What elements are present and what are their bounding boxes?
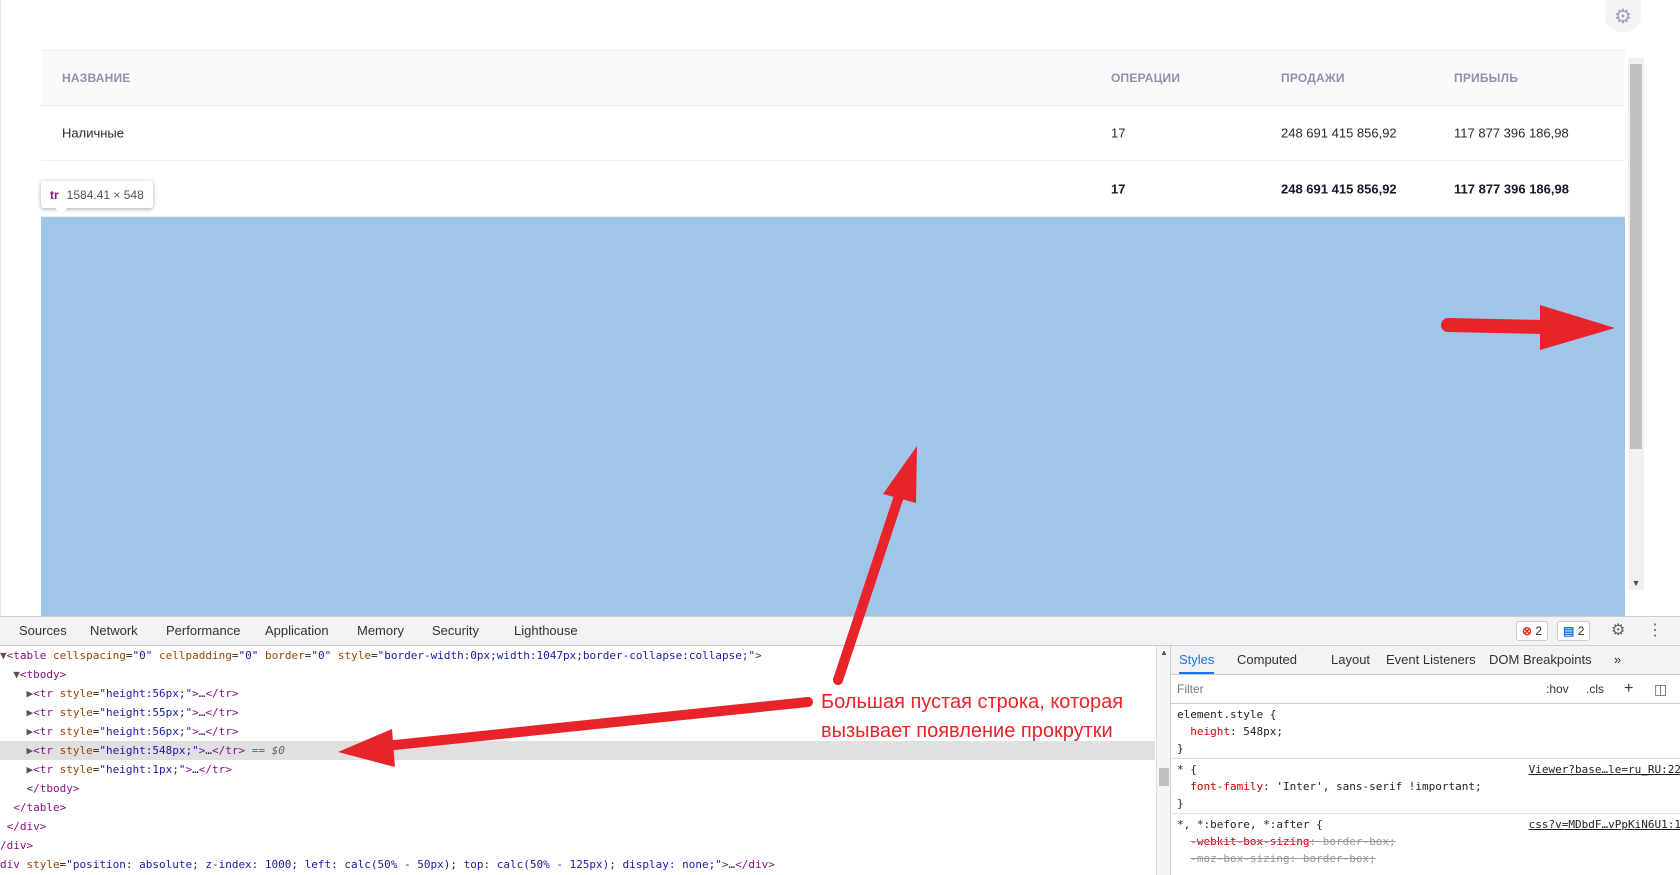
page-viewport: ⚙ НАЗВАНИЕ ОПЕРАЦИИ ПРОДАЖИ ПРИБЫЛЬ Нали… [0, 0, 1680, 616]
rule-declaration[interactable]: -moz-box-sizing: border-box; [1177, 850, 1680, 867]
row-name: Наличные [62, 125, 124, 141]
messages-badge[interactable]: ▤ 2 [1557, 621, 1591, 641]
styles-pane: Styles Computed Layout Event Listeners D… [1170, 646, 1680, 875]
errors-count: 2 [1535, 624, 1543, 638]
rule-divider [1171, 813, 1680, 814]
tree-line-close-tbody[interactable]: </tbody> [0, 779, 1155, 798]
message-icon: ▤ [1563, 624, 1575, 638]
header-operations[interactable]: ОПЕРАЦИИ [1111, 71, 1180, 85]
new-rule-icon[interactable]: + [1624, 675, 1633, 703]
cls-toggle[interactable]: .cls [1586, 675, 1604, 703]
table-header-row: НАЗВАНИЕ ОПЕРАЦИИ ПРОДАЖИ ПРИБЫЛЬ [41, 50, 1625, 106]
header-sales[interactable]: ПРОДАЖИ [1281, 71, 1345, 85]
error-icon: ⊗ [1522, 624, 1533, 638]
rule-declaration[interactable]: font-family: 'Inter', sans-serif !import… [1177, 778, 1680, 795]
tree-line-close-div[interactable]: /div> [0, 836, 1155, 855]
row-operations: 17 [1111, 125, 1126, 141]
tab-event-listeners[interactable]: Event Listeners [1386, 646, 1476, 674]
table-row[interactable]: Наличные 17 248 691 415 856,92 117 877 3… [41, 106, 1625, 161]
header-name[interactable]: НАЗВАНИЕ [62, 71, 130, 85]
rule-divider [1171, 758, 1680, 759]
elements-scrollbar[interactable]: ▲ [1156, 646, 1171, 875]
rule-selector: * {Viewer?base…le=ru_RU:22 [1177, 761, 1680, 778]
table-total-row: 17 248 691 415 856,92 117 877 396 186,98 [41, 161, 1625, 217]
tab-dom-breakpoints[interactable]: DOM Breakpoints [1489, 646, 1592, 674]
rule-declaration[interactable]: -webkit-box-sizing: border-box; [1177, 833, 1680, 850]
rule-declaration[interactable]: height: 548px; [1177, 723, 1680, 740]
rule-selector: element.style { [1177, 708, 1277, 721]
annotation-note: Большая пустая строка, которая вызывает … [821, 688, 1123, 746]
scroll-down-arrow-icon[interactable]: ▼ [1628, 576, 1644, 590]
tree-line-close-div[interactable]: </div> [0, 817, 1155, 836]
tab-styles[interactable]: Styles [1179, 646, 1215, 674]
tab-computed[interactable]: Computed [1237, 646, 1297, 674]
row-profit: 117 877 396 186,98 [1454, 125, 1569, 141]
styles-tabbar: Styles Computed Layout Event Listeners D… [1171, 646, 1680, 675]
settings-button[interactable]: ⚙ [1605, 0, 1641, 32]
rule-close: } [1177, 742, 1184, 755]
elements-scrollbar-thumb[interactable] [1159, 768, 1169, 786]
annotation-line-2: вызывает появление прокрутки [821, 720, 1113, 742]
toggle-sidebar-icon[interactable]: ◫ [1654, 675, 1667, 703]
total-sales: 248 691 415 856,92 [1281, 181, 1397, 196]
row-sales: 248 691 415 856,92 [1281, 125, 1397, 141]
tree-line-tbody[interactable]: ▼<tbody> [0, 665, 1155, 684]
header-profit[interactable]: ПРИБЫЛЬ [1454, 71, 1518, 85]
inspect-tooltip: tr 1584.41 × 548 [41, 181, 153, 214]
elements-tree: ▼<table cellspacing="0" cellpadding="0" … [0, 646, 1155, 875]
scroll-up-arrow-icon[interactable]: ▲ [1157, 646, 1171, 660]
tree-line-close-table[interactable]: </table> [0, 798, 1155, 817]
errors-badge[interactable]: ⊗ 2 [1516, 621, 1549, 641]
gear-icon: ⚙ [1614, 5, 1632, 28]
more-options-icon[interactable]: ⋮ [1647, 619, 1663, 643]
total-operations: 17 [1111, 181, 1126, 196]
rule-selector: *, *:before, *:after {css?v=MDbdF…vPpKiN… [1177, 816, 1680, 833]
hov-toggle[interactable]: :hov [1546, 675, 1569, 703]
styles-filter-row: :hov .cls + ◫ [1171, 675, 1680, 704]
rule-close: } [1177, 797, 1184, 810]
styles-filter-input[interactable] [1177, 679, 1537, 699]
tab-memory[interactable]: Memory [357, 617, 404, 645]
tab-lighthouse[interactable]: Lighthouse [514, 617, 578, 645]
messages-count: 2 [1577, 624, 1585, 638]
devtools-tabbar: Sources Network Performance Application … [0, 617, 1680, 646]
tree-line-tr[interactable]: ▶<tr style="height:1px;">…</tr> [0, 760, 1155, 779]
left-divider [0, 0, 1, 616]
tab-application[interactable]: Application [265, 617, 329, 645]
total-profit: 117 877 396 186,98 [1454, 181, 1569, 196]
tab-security[interactable]: Security [432, 617, 479, 645]
tab-network[interactable]: Network [90, 617, 138, 645]
rule-source-link[interactable]: Viewer?base…le=ru_RU:22 [1529, 761, 1680, 778]
tab-layout[interactable]: Layout [1331, 646, 1370, 674]
more-tabs-icon[interactable]: » [1614, 646, 1621, 674]
inspected-row-highlight [41, 217, 1625, 616]
rule-source-link[interactable]: css?v=MDbdF…vPpKiN6U1:1 [1529, 816, 1680, 833]
vertical-scrollbar[interactable]: ▼ [1628, 58, 1644, 590]
tooltip-tag: tr [50, 187, 59, 202]
tab-sources[interactable]: Sources [19, 617, 67, 645]
selected-marker: == $0 [251, 744, 285, 757]
tooltip-size: 1584.41 × 548 [66, 187, 144, 202]
settings-gear-icon[interactable]: ⚙ [1611, 619, 1625, 643]
scrollbar-thumb[interactable] [1630, 64, 1642, 449]
tree-line-table[interactable]: ▼<table cellspacing="0" cellpadding="0" … [0, 646, 1155, 665]
tree-line-div[interactable]: div style="position: absolute; z-index: … [0, 855, 1155, 874]
tab-performance[interactable]: Performance [166, 617, 240, 645]
annotation-line-1: Большая пустая строка, которая [821, 691, 1124, 713]
